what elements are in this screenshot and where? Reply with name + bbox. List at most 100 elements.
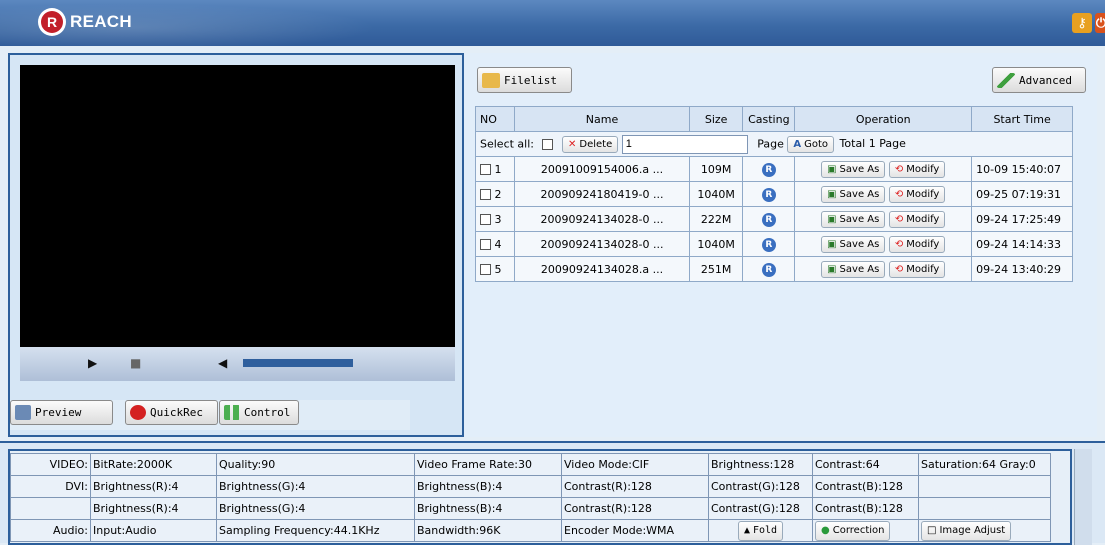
start-time: 10-09 15:40:07 [971, 156, 1073, 182]
param-value: Encoder Mode:WMA [561, 519, 709, 542]
table-toolbar-row: Select all: ✕ Delete Page A Goto Total 1… [475, 131, 1073, 157]
modify-button[interactable]: ⟲ Modify [888, 235, 946, 253]
delete-button[interactable]: ✕ Delete [562, 135, 619, 153]
modify-button[interactable]: ⟲ Modify [888, 210, 946, 228]
quickrec-button[interactable]: QuickRec [125, 400, 218, 425]
stop-icon[interactable]: ■ [130, 356, 141, 370]
key-icon[interactable]: ⚷ [1072, 13, 1092, 33]
monitor-icon [15, 405, 31, 420]
save-as-label: Save As [839, 163, 880, 175]
modify-label: Modify [906, 263, 940, 275]
col-operation: Operation [794, 106, 973, 132]
row-no-cell: 3 [474, 206, 516, 232]
table-row[interactable]: 3 20090924134028-0 ... 222M R ▣ Save As … [474, 206, 1073, 232]
modify-button[interactable]: ⟲ Modify [888, 185, 946, 203]
col-size: Size [688, 106, 744, 132]
image-icon: □ [927, 525, 937, 536]
casting-icon[interactable]: R [761, 187, 776, 202]
page-label: Page [757, 137, 784, 150]
casting-cell: R [742, 231, 796, 257]
row-no-cell: 1 [474, 156, 516, 182]
table-row[interactable]: 5 20090924134028.a ... 251M R ▣ Save As … [474, 256, 1073, 282]
play-icon[interactable]: ▶ [88, 356, 97, 370]
param-label: VIDEO: [10, 453, 91, 476]
advanced-label: Advanced [1019, 73, 1072, 87]
table-row[interactable]: 2 20090924180419-0 ... 1040M R ▣ Save As… [474, 181, 1073, 207]
row-checkbox[interactable] [480, 189, 491, 200]
save-as-button[interactable]: ▣ Save As [821, 160, 886, 178]
param-value: Quality:90 [216, 453, 415, 476]
correction-icon: ● [821, 525, 830, 536]
param-value [918, 497, 1051, 520]
casting-icon[interactable]: R [761, 212, 776, 227]
floppy-icon: ▣ [827, 213, 837, 225]
triangle-up-icon: ▲ [743, 525, 750, 536]
preview-button[interactable]: Preview [10, 400, 113, 425]
param-value: Video Frame Rate:30 [414, 453, 562, 476]
operation-cell: ▣ Save As ⟲ Modify [794, 256, 973, 282]
vertical-scrollbar[interactable] [1074, 449, 1092, 545]
param-value: Input:Audio [90, 519, 217, 542]
row-checkbox[interactable] [480, 214, 491, 225]
fold-label: Fold [752, 525, 778, 536]
select-all-checkbox[interactable] [541, 138, 553, 150]
refresh-icon: ⟲ [894, 238, 904, 250]
operation-cell: ▣ Save As ⟲ Modify [794, 181, 973, 207]
param-value: Brightness:128 [708, 453, 813, 476]
row-checkbox[interactable] [480, 239, 491, 250]
param-value: Contrast:64 [812, 453, 919, 476]
volume-slider[interactable] [243, 359, 353, 367]
row-no: 2 [494, 187, 502, 201]
casting-icon[interactable]: R [761, 237, 776, 252]
select-all-label: Select all: [480, 137, 534, 150]
filelist-button[interactable]: Filelist [477, 67, 572, 93]
fold-button[interactable]: ▲ Fold [737, 520, 784, 541]
row-no-cell: 4 [474, 231, 516, 257]
start-time: 09-24 14:14:33 [971, 231, 1073, 257]
table-row[interactable]: 4 20090924134028-0 ... 1040M R ▣ Save As… [474, 231, 1073, 257]
param-value: Contrast(B):128 [812, 497, 919, 520]
file-table: NO Name Size Casting Operation Start Tim… [474, 106, 1073, 282]
save-as-button[interactable]: ▣ Save As [821, 185, 886, 203]
modify-button[interactable]: ⟲ Modify [888, 160, 946, 178]
row-no: 1 [494, 162, 502, 176]
param-value: Sampling Frequency:44.1KHz [216, 519, 415, 542]
table-header-row: NO Name Size Casting Operation Start Tim… [474, 106, 1073, 132]
floppy-icon: ▣ [827, 163, 837, 175]
preview-label: Preview [35, 406, 82, 419]
advanced-button[interactable]: Advanced [992, 67, 1086, 93]
save-as-button[interactable]: ▣ Save As [821, 235, 886, 253]
floppy-icon: ▣ [827, 238, 837, 250]
info-panel: VIDEO: BitRate:2000K Quality:90 Video Fr… [0, 441, 1105, 545]
control-button[interactable]: Control [219, 400, 299, 425]
image-adjust-cell: □ Image Adjust [918, 519, 1051, 542]
goto-button[interactable]: A Goto [787, 135, 835, 153]
param-value: Contrast(R):128 [561, 475, 709, 498]
casting-icon[interactable]: R [761, 262, 776, 277]
preview-button-row: Preview QuickRec Control [10, 400, 410, 430]
image-adjust-button[interactable]: □ Image Adjust [921, 520, 1012, 541]
dvi-params-row: DVI: Brightness(R):4 Brightness(G):4 Bri… [10, 475, 1051, 498]
refresh-icon: ⟲ [894, 213, 904, 225]
row-checkbox[interactable] [480, 264, 491, 275]
param-label [10, 497, 91, 520]
casting-icon[interactable]: R [761, 162, 776, 177]
modify-button[interactable]: ⟲ Modify [888, 260, 946, 278]
start-time: 09-24 17:25:49 [971, 206, 1073, 232]
param-value: Brightness(G):4 [216, 475, 415, 498]
logo-letter: R [41, 11, 63, 33]
file-size: 109M [688, 156, 744, 182]
player-controls: ▶ ■ ◀ [20, 347, 455, 381]
folder-icon [482, 72, 500, 88]
file-size: 222M [688, 206, 744, 232]
audio-params-row: Audio: Input:Audio Sampling Frequency:44… [10, 519, 1051, 542]
volume-icon[interactable]: ◀ [218, 356, 227, 370]
page-input[interactable] [621, 134, 748, 154]
save-as-button[interactable]: ▣ Save As [821, 210, 886, 228]
save-as-button[interactable]: ▣ Save As [821, 260, 886, 278]
row-checkbox[interactable] [480, 164, 491, 175]
correction-button[interactable]: ● Correction [815, 520, 891, 541]
table-row[interactable]: 1 20091009154006.a ... 109M R ▣ Save As … [474, 156, 1073, 182]
power-icon[interactable]: ⏻ [1095, 13, 1105, 33]
param-value: BitRate:2000K [90, 453, 217, 476]
